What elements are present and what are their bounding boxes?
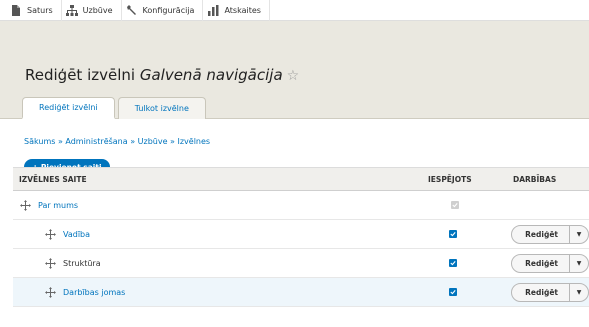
tab-edit-menu[interactable]: Rediģēt izvēlni xyxy=(22,97,115,119)
enabled-checkbox[interactable] xyxy=(449,288,458,296)
table-row: Darbības jomas Rediģēt ▼ xyxy=(13,278,589,307)
menu-link-title[interactable]: Struktūra xyxy=(63,259,101,268)
column-header-operations: DARBĪBAS xyxy=(513,174,557,184)
table-row: Vadība Rediģēt ▼ xyxy=(13,220,589,249)
table-row: Par mums xyxy=(13,191,589,220)
toolbar-item-structure[interactable]: Uzbūve xyxy=(62,0,122,21)
chevron-down-icon[interactable]: ▼ xyxy=(569,283,588,301)
column-header-link: IZVĒLNES SAITE xyxy=(19,174,87,184)
column-header-enabled: IESPĒJOTS xyxy=(428,174,472,184)
edit-dropbutton: Rediģēt ▼ xyxy=(511,253,589,273)
toolbar-item-content[interactable]: Saturs xyxy=(6,0,62,21)
toolbar-label: Konfigurācija xyxy=(142,5,195,15)
menu-link-title[interactable]: Vadība xyxy=(63,230,90,239)
edit-dropbutton: Rediģēt ▼ xyxy=(511,224,589,244)
page-title-prefix: Rediģēt izvēlni xyxy=(25,66,136,84)
toolbar-label: Atskaites xyxy=(224,5,261,15)
breadcrumb[interactable]: Sākums » Administrēšana » Uzbūve » Izvēl… xyxy=(24,137,589,146)
page-title: Rediģēt izvēlni Galvenā navigācija ☆ xyxy=(25,66,299,84)
sitemap-icon xyxy=(65,4,78,16)
edit-button[interactable]: Rediģēt xyxy=(512,226,569,243)
primary-tabs: Rediģēt izvēlni Tulkot izvēlne xyxy=(22,97,209,119)
page-header: Rediģēt izvēlni Galvenā navigācija ☆ Redi… xyxy=(0,21,589,119)
chevron-down-icon[interactable]: ▼ xyxy=(569,225,588,243)
drag-handle-icon[interactable] xyxy=(44,228,56,240)
drag-handle-icon[interactable] xyxy=(44,257,56,269)
edit-button[interactable]: Rediģēt xyxy=(512,255,569,272)
document-icon xyxy=(10,4,22,16)
enabled-checkbox[interactable] xyxy=(449,230,458,238)
wrench-icon xyxy=(126,4,138,16)
page-title-menu-name: Galvenā navigācija xyxy=(139,66,283,84)
enabled-checkbox[interactable] xyxy=(449,259,458,267)
toolbar-label: Uzbūve xyxy=(82,5,113,15)
menu-link-title[interactable]: Darbības jomas xyxy=(63,288,125,297)
bar-chart-icon xyxy=(207,4,219,16)
enabled-checkbox xyxy=(451,201,459,209)
toolbar-label: Saturs xyxy=(27,5,53,15)
drag-handle-icon[interactable] xyxy=(44,286,56,298)
tab-translate-menu[interactable]: Tulkot izvēlne xyxy=(117,97,206,119)
toolbar-item-reports[interactable]: Atskaites xyxy=(203,0,270,21)
table-row: Struktūra Rediģēt ▼ xyxy=(13,249,589,278)
chevron-down-icon[interactable]: ▼ xyxy=(569,254,588,272)
menu-link-title[interactable]: Par mums xyxy=(38,201,78,210)
edit-dropbutton: Rediģēt ▼ xyxy=(511,282,589,302)
table-header: IZVĒLNES SAITE IESPĒJOTS DARBĪBAS xyxy=(13,167,589,191)
drag-handle-icon[interactable] xyxy=(19,199,31,211)
star-icon[interactable]: ☆ xyxy=(287,68,300,84)
edit-button[interactable]: Rediģēt xyxy=(512,284,569,301)
toolbar-item-configuration[interactable]: Konfigurācija xyxy=(122,0,204,21)
admin-toolbar: Saturs Uzbūve Konfigurācija Atskaites xyxy=(0,0,589,21)
menu-links-table: IZVĒLNES SAITE IESPĒJOTS DARBĪBAS Par mu… xyxy=(13,167,589,307)
